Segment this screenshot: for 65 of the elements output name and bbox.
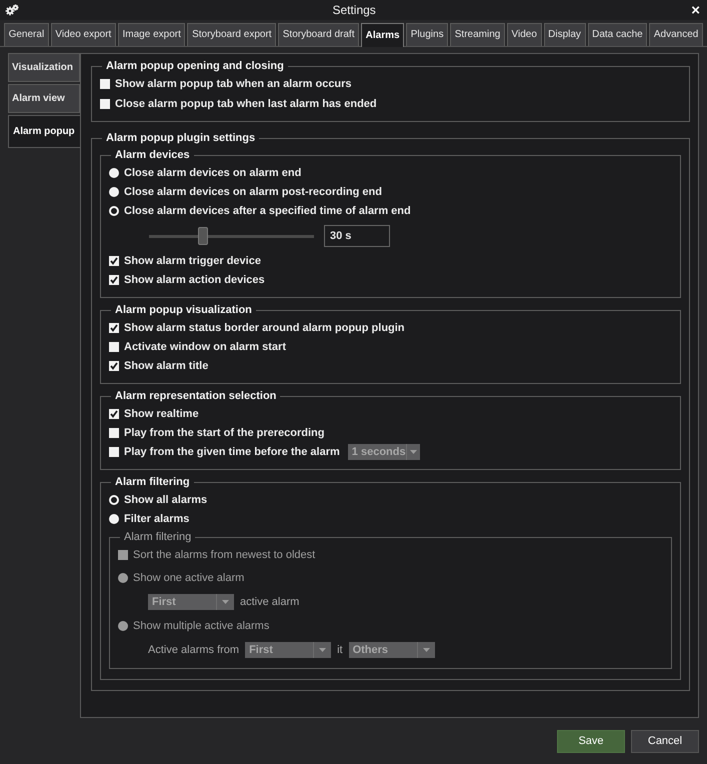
checkbox[interactable] [109, 428, 119, 438]
tab[interactable]: Advanced [649, 23, 703, 46]
radio-option[interactable]: Show all alarms [109, 493, 672, 507]
caret-icon [222, 600, 229, 604]
checkbox-option[interactable]: Show alarm popup tab when an alarm occurs [100, 77, 681, 91]
checkbox-option[interactable]: Show alarm action devices [109, 273, 672, 287]
group-title: Alarm devices [114, 149, 191, 161]
radio-button[interactable] [109, 187, 119, 197]
tab[interactable]: Video export [50, 23, 116, 46]
checkbox[interactable] [109, 361, 119, 371]
checkbox-option[interactable]: Close alarm popup tab when last alarm has ended [100, 97, 681, 111]
radio-button[interactable] [109, 514, 119, 524]
caret-icon [422, 648, 430, 652]
checkbox-option[interactable]: Play from the start of the prerecording [109, 426, 672, 440]
tab[interactable]: Image export [118, 23, 186, 46]
save-button[interactable]: Save [557, 730, 625, 752]
slider-thumb[interactable] [198, 226, 208, 244]
group-title: Alarm filtering [114, 476, 191, 488]
label-text: active alarm [240, 596, 300, 608]
group-title: Alarm popup opening and closing [105, 60, 285, 72]
radio-button[interactable] [109, 206, 119, 216]
tab[interactable]: Storyboard draft [278, 23, 360, 46]
group-title: Alarm popup plugin settings [105, 132, 256, 144]
sidebar-tab[interactable]: Alarm view [8, 84, 80, 113]
tab[interactable]: Display [544, 23, 586, 46]
group-title: Alarm popup visualization [114, 304, 253, 316]
caret-icon [410, 450, 417, 454]
tab[interactable]: Video [506, 23, 542, 46]
checkbox[interactable] [109, 447, 119, 457]
checkbox[interactable] [109, 323, 119, 333]
radio-option[interactable]: Close alarm devices on alarm end [109, 166, 672, 180]
tab[interactable]: Streaming [450, 23, 505, 46]
checkbox[interactable] [109, 342, 119, 352]
gears-icon [5, 4, 19, 16]
tab[interactable]: General [4, 23, 49, 46]
window-title: Settings [331, 3, 377, 17]
tab[interactable]: Data cache [588, 23, 648, 46]
checkbox-option[interactable]: Show alarm trigger device [109, 254, 672, 268]
checkbox[interactable] [100, 79, 110, 89]
checkbox[interactable] [109, 409, 119, 419]
radio-option[interactable]: Filter alarms [109, 512, 672, 526]
checkbox-option[interactable]: Show alarm title [109, 359, 672, 373]
radio-button[interactable] [109, 168, 119, 178]
radio-option[interactable]: Close alarm devices on alarm post-recording end [109, 185, 672, 199]
group-title: Alarm filtering [123, 531, 192, 543]
sidebar-tab[interactable]: Visualization [8, 53, 80, 82]
checkbox[interactable] [109, 256, 119, 266]
tab[interactable]: Plugins [406, 23, 448, 46]
radio-option[interactable]: Close alarm devices after a specified time of alarm end [109, 204, 672, 218]
label-text: it [337, 644, 343, 656]
caret-icon [319, 648, 326, 652]
group-title: Alarm representation selection [114, 390, 278, 402]
checkbox-option[interactable]: Show realtime [109, 407, 672, 421]
tab[interactable]: Storyboard export [187, 23, 276, 46]
checkbox[interactable] [109, 275, 119, 285]
radio-button[interactable] [109, 495, 119, 505]
checkbox-option[interactable]: Show alarm status border around alarm popup plugin [109, 321, 672, 335]
label-text: Active alarms from [148, 644, 240, 656]
sidebar-tab[interactable]: Alarm popup [8, 115, 81, 148]
close-button[interactable]: × [689, 2, 702, 18]
cancel-button[interactable]: Cancel [631, 730, 699, 752]
value-field[interactable]: 30 s [324, 225, 390, 247]
tab[interactable]: Alarms [361, 23, 404, 47]
checkbox[interactable] [100, 99, 110, 109]
checkbox-option[interactable]: Activate window on alarm start [109, 340, 672, 354]
